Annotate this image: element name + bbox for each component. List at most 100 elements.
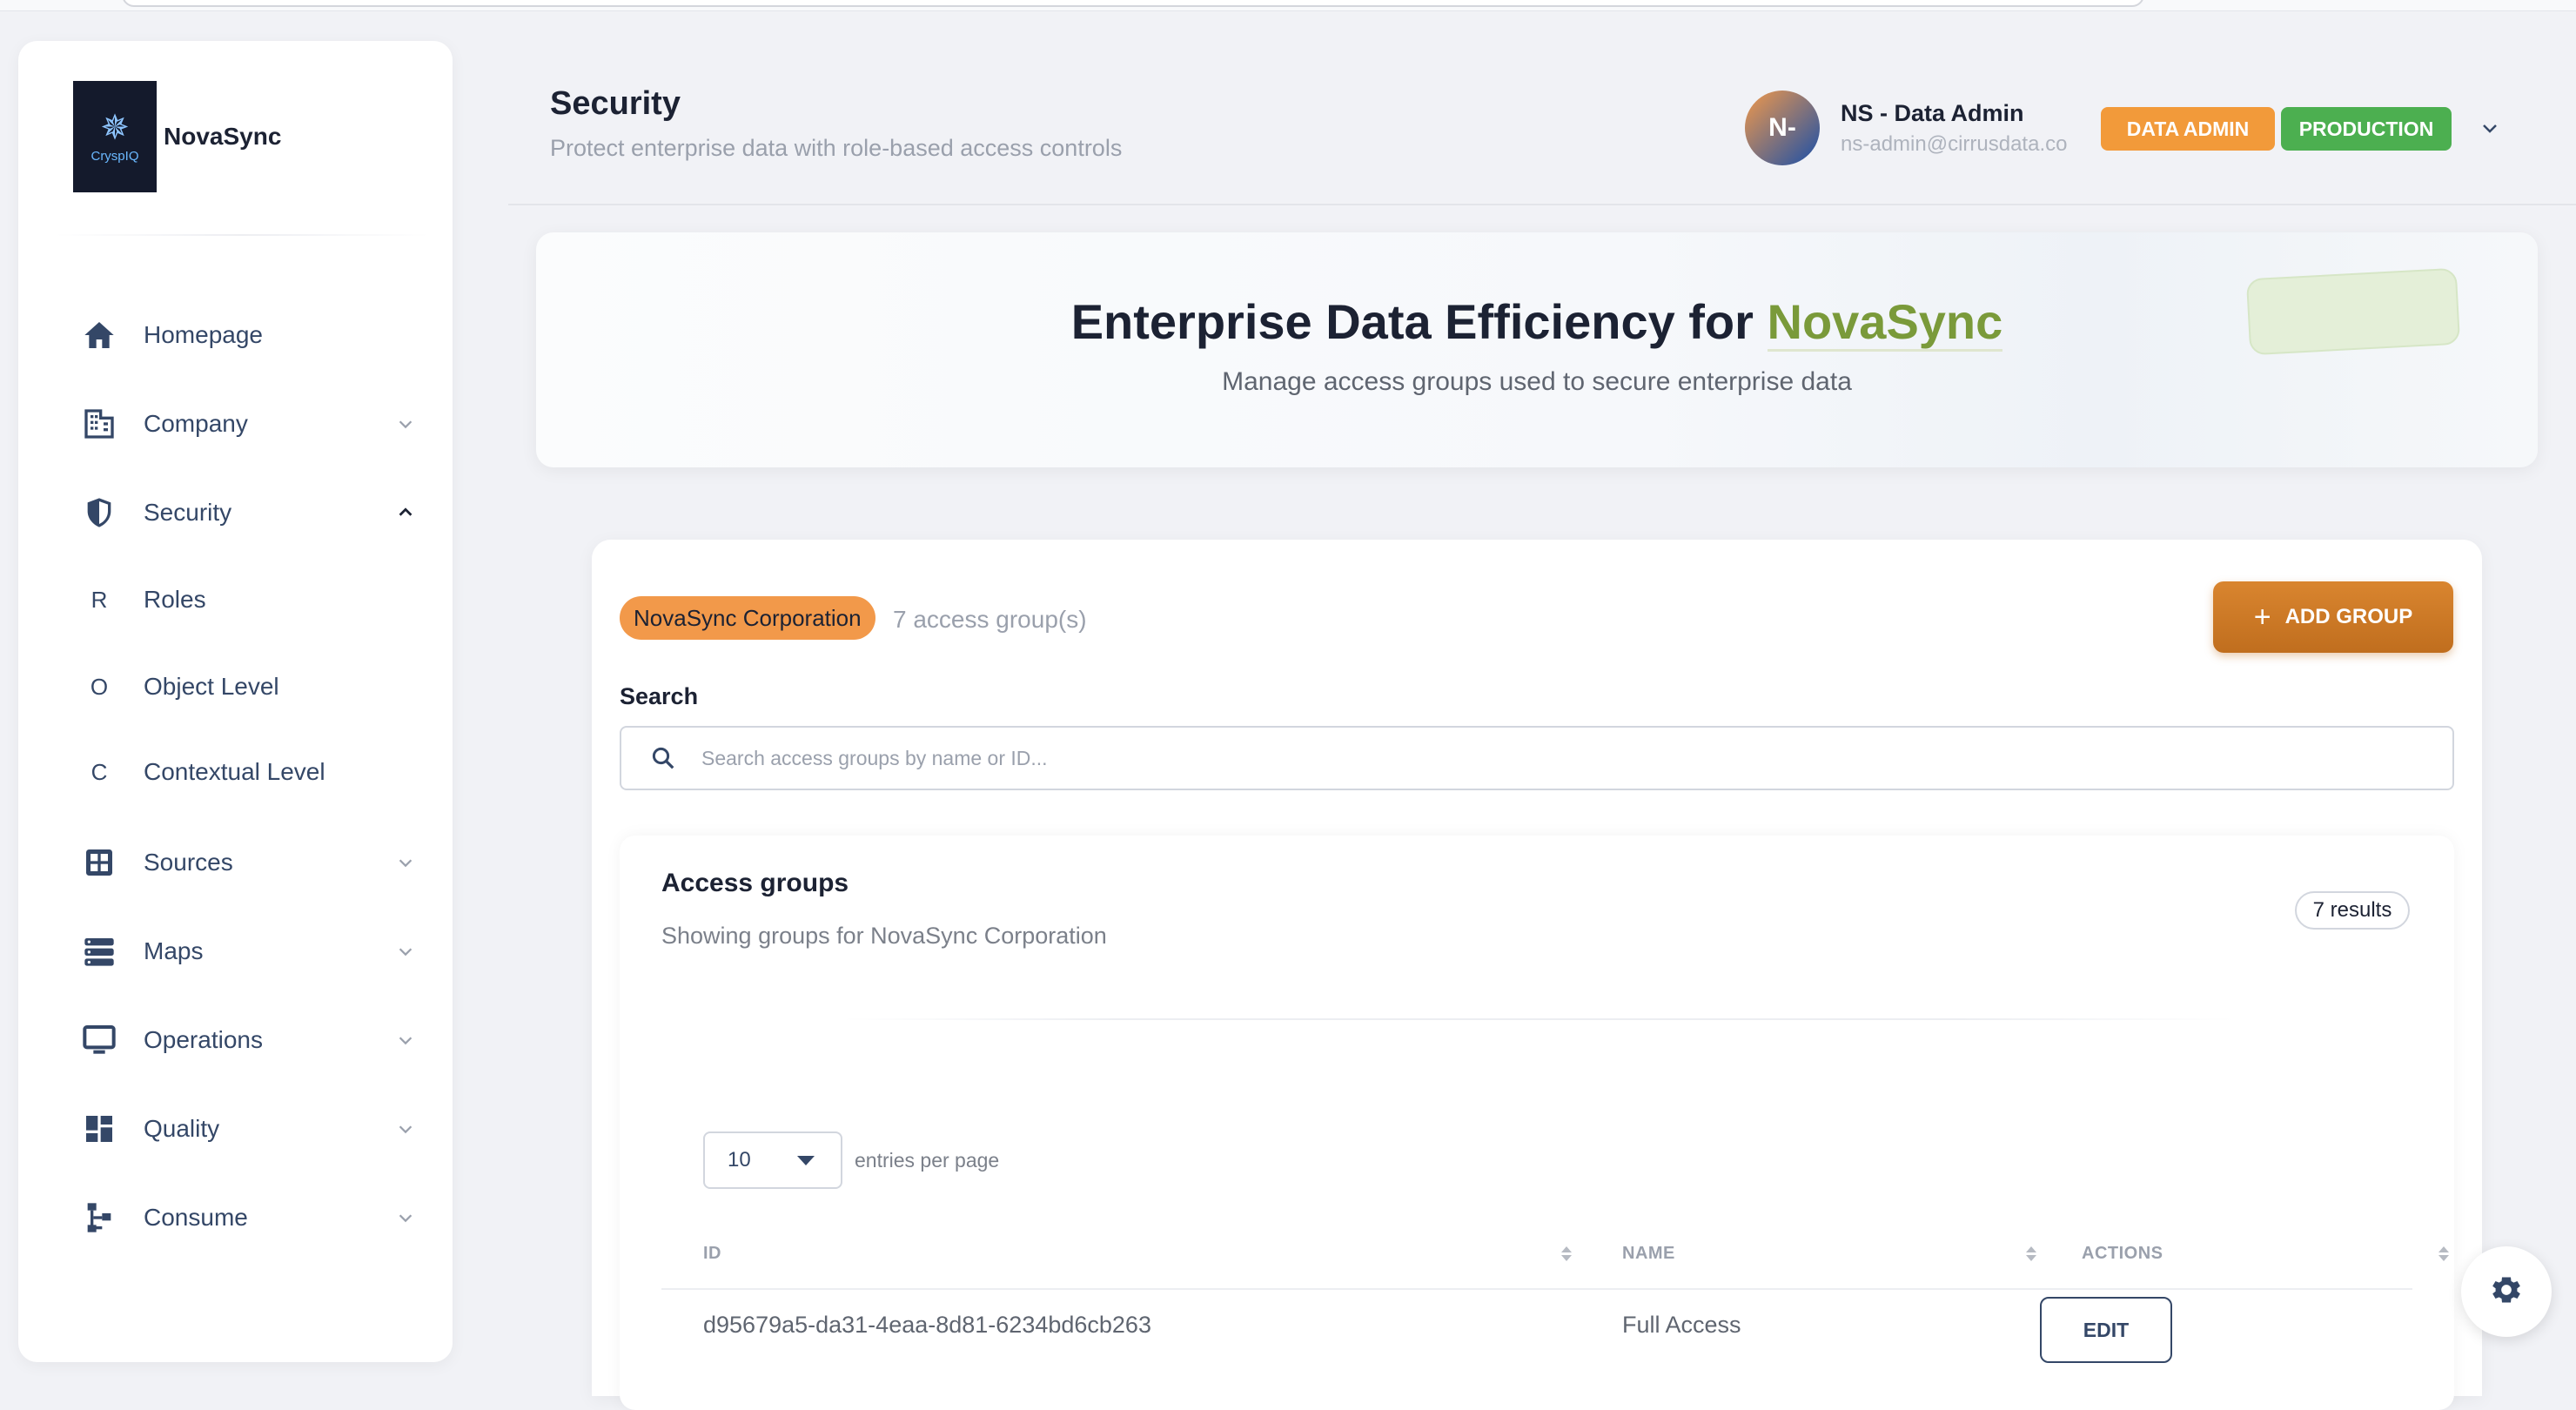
sidebar-item-label: Homepage [144, 321, 263, 348]
organization-chip: NovaSync Corporation [620, 596, 875, 640]
address-bar[interactable] [122, 0, 2144, 7]
monitor-icon [79, 1020, 119, 1060]
sidebar-item-label: Maps [144, 937, 204, 964]
sidebar-item-roles[interactable]: R Roles [79, 574, 419, 626]
chevron-down-icon [392, 1027, 419, 1053]
object-level-letter: O [90, 673, 109, 700]
column-header-name[interactable]: NAME [1622, 1219, 2038, 1288]
column-header-label: ACTIONS [2082, 1243, 2163, 1263]
hero-subtitle: Manage access groups used to secure ente… [1222, 367, 1852, 396]
cell-id: d95679a5-da31-4eaa-8d81-6234bd6cb263 [703, 1311, 1151, 1338]
contextual-level-letter: C [91, 758, 108, 785]
sidebar-item-label: Company [144, 410, 248, 437]
sidebar-item-label: Sources [144, 849, 233, 876]
tree-icon [79, 1198, 119, 1238]
user-email: ns-admin@cirrusdata.co [1841, 131, 2068, 156]
decorative-shape [2245, 267, 2461, 356]
user-info: NS - Data Admin ns-admin@cirrusdata.co [1841, 100, 2067, 157]
chevron-down-icon[interactable] [2477, 115, 2503, 141]
chevron-down-icon [392, 938, 419, 964]
hero-title-prefix: Enterprise Data Efficiency for [1070, 294, 1768, 349]
settings-button[interactable] [2461, 1246, 2552, 1337]
user-menu[interactable]: N- NS - Data Admin ns-admin@cirrusdata.c… [1745, 91, 2067, 165]
cell-name: Full Access [1622, 1311, 1741, 1338]
stack-icon [79, 931, 119, 971]
sidebar-item-quality[interactable]: Quality [79, 1103, 419, 1155]
column-header-id[interactable]: ID [703, 1219, 1573, 1288]
table-row: d95679a5-da31-4eaa-8d81-6234bd6cb263 Ful… [661, 1290, 2412, 1363]
sidebar-item-label: Security [144, 499, 232, 526]
roles-letter: R [91, 586, 108, 613]
dashboard-icon [79, 1109, 119, 1149]
results-count-badge: 7 results [2295, 891, 2410, 930]
building-icon [79, 404, 119, 444]
role-badge: DATA ADMIN [2101, 107, 2275, 151]
chevron-down-icon [392, 1116, 419, 1142]
sidebar-item-operations[interactable]: Operations [79, 1014, 419, 1066]
search-input[interactable] [700, 745, 2357, 771]
access-groups-subtitle: Showing groups for NovaSync Corporation [661, 923, 1107, 949]
sidebar-item-label: Consume [144, 1204, 248, 1231]
avatar: N- [1745, 91, 1820, 165]
sidebar-item-security[interactable]: Security [79, 487, 419, 539]
environment-badge: PRODUCTION [2281, 107, 2452, 151]
add-group-label: ADD GROUP [2284, 605, 2413, 628]
caret-down-icon [797, 1155, 815, 1165]
sidebar-item-object-level[interactable]: O Object Level [79, 661, 419, 713]
access-groups-title: Access groups [661, 869, 849, 897]
edit-button[interactable]: EDIT [2040, 1297, 2172, 1363]
sidebar-item-company[interactable]: Company [79, 398, 419, 450]
brand-name: NovaSync [164, 123, 282, 150]
brand-logo: ✵ CryspIQ [73, 81, 157, 192]
column-header-actions[interactable]: ACTIONS [2082, 1219, 2451, 1288]
page-subtitle: Protect enterprise data with role-based … [550, 135, 1123, 161]
sidebar-item-label: Quality [144, 1115, 220, 1142]
hero-title: Enterprise Data Efficiency for NovaSync [536, 293, 2538, 352]
search-box[interactable] [620, 726, 2454, 790]
divider [842, 1018, 2235, 1020]
entries-per-page-label: entries per page [855, 1149, 1000, 1172]
sidebar-item-contextual-level[interactable]: C Contextual Level [79, 746, 419, 798]
page-title: Security [550, 85, 681, 122]
hero-title-accent: NovaSync [1767, 294, 2003, 352]
sidebar-item-sources[interactable]: Sources [79, 836, 419, 889]
grid-icon [79, 843, 119, 883]
browser-top-strip [0, 0, 2576, 11]
search-icon [646, 741, 681, 776]
chevron-down-icon [392, 411, 419, 437]
brand[interactable]: ✵ CryspIQ NovaSync [73, 81, 281, 192]
header-divider [508, 204, 2576, 205]
sidebar-item-label: Object Level [144, 673, 279, 700]
column-header-label: NAME [1622, 1243, 1675, 1263]
group-count: 7 access group(s) [893, 606, 1087, 633]
column-header-label: ID [703, 1243, 721, 1263]
shield-icon [79, 493, 119, 533]
search-label: Search [620, 683, 699, 709]
star-icon: ✵ [100, 108, 130, 147]
sidebar-item-consume[interactable]: Consume [79, 1192, 419, 1244]
access-groups-panel: NovaSync Corporation 7 access group(s) +… [592, 540, 2482, 1410]
sidebar-item-label: Operations [144, 1026, 263, 1053]
chevron-down-icon [392, 849, 419, 876]
sidebar-item-label: Roles [144, 586, 206, 613]
sort-icon [1560, 1242, 1573, 1265]
sidebar-divider [55, 234, 429, 236]
sidebar: ✵ CryspIQ NovaSync Homepage Company Secu… [18, 41, 453, 1362]
sidebar-item-maps[interactable]: Maps [79, 925, 419, 977]
logo-text: CryspIQ [91, 148, 139, 164]
home-icon [79, 315, 119, 355]
page-header: Security Protect enterprise data with ro… [550, 85, 1122, 162]
sidebar-item-homepage[interactable]: Homepage [79, 309, 419, 361]
hero-banner: Enterprise Data Efficiency for NovaSync … [536, 232, 2538, 467]
sidebar-item-label: Contextual Level [144, 758, 325, 785]
sort-icon [2024, 1242, 2038, 1265]
sort-icon [2437, 1242, 2451, 1265]
table-header: ID NAME ACTIONS [661, 1219, 2449, 1290]
user-name: NS - Data Admin [1841, 99, 2024, 126]
entries-per-page-select[interactable]: 10 [703, 1131, 842, 1189]
page-size-value: 10 [728, 1148, 751, 1172]
chevron-down-icon [392, 1205, 419, 1231]
plus-icon: + [2253, 600, 2271, 634]
add-group-button[interactable]: + ADD GROUP [2213, 581, 2453, 653]
access-groups-card: Access groups Showing groups for NovaSyn… [620, 836, 2454, 1410]
